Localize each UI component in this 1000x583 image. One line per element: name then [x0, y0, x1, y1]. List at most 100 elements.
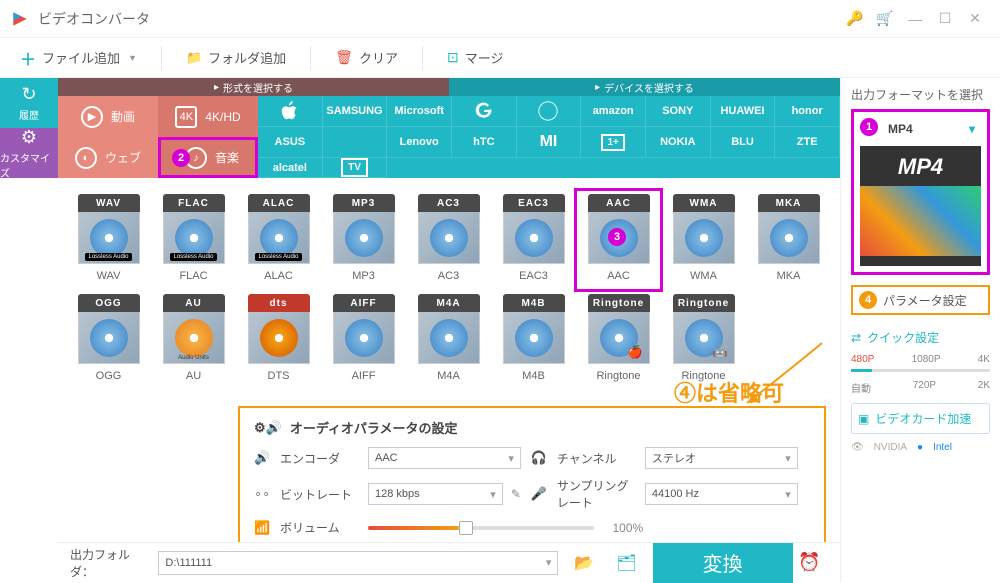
brand-lenovo[interactable]: Lenovo [387, 127, 452, 158]
right-panel: 出力フォーマットを選択 1 MP4 MP4 4 パラメータ設定 ⇄クイック設定 … [840, 78, 1000, 582]
brand-moto[interactable] [323, 127, 388, 158]
key-icon[interactable]: 🔑 [840, 10, 870, 27]
tab-device[interactable]: ▸ デバイスを選択する [449, 78, 840, 96]
brand-mi[interactable]: MI [517, 127, 582, 158]
browse-icon[interactable]: 🗂 [610, 553, 642, 573]
nvidia-icon: 👁 [851, 442, 864, 453]
brand-lg[interactable] [517, 96, 582, 127]
bottom-bar: 出力フォルダ： D:\111111 📂 🗂 変換 ⏰ [58, 542, 840, 582]
format-wav[interactable]: WAVWAV [66, 190, 151, 290]
format-m4a[interactable]: M4AM4A [406, 290, 491, 390]
volume-label: ボリューム [280, 519, 360, 536]
resolution-slider[interactable] [851, 369, 990, 372]
brand-honor[interactable]: honor [775, 96, 840, 127]
gpu-accel-button[interactable]: ▣ビデオカード加速 [851, 403, 990, 434]
format-aiff[interactable]: AIFFAIFF [321, 290, 406, 390]
parameter-settings-button[interactable]: 4 パラメータ設定 [851, 285, 990, 315]
brand-g[interactable] [452, 96, 517, 127]
audio-params-panel: ④は省略可 ⚙🔊オーディオパラメータの設定 🔊エンコーダAAC 🎧チャンネルステ… [238, 406, 826, 554]
brand-oneplus[interactable]: 1+ [581, 127, 646, 158]
format-ogg[interactable]: OGGOGG [66, 290, 151, 390]
convert-button[interactable]: 変換 [653, 543, 793, 583]
alarm-icon[interactable]: ⏰ [791, 552, 828, 573]
add-folder-button[interactable]: 📁フォルダ追加 [178, 44, 294, 71]
brand-blu[interactable]: BLU [711, 127, 776, 158]
brand-htc[interactable]: hTC [452, 127, 517, 158]
encoder-select[interactable]: AAC [368, 447, 521, 469]
gear-icon: ⚙ [21, 127, 37, 148]
brand-tv[interactable]: TV [323, 158, 388, 178]
brand-alcatel[interactable]: alcatel [258, 158, 323, 178]
format-alac[interactable]: ALACALAC [236, 190, 321, 290]
left-nav: ↻履歴 ⚙カスタマイズ [0, 78, 58, 582]
intel-icon: ● [917, 442, 923, 453]
clear-button[interactable]: 🗑クリア [327, 44, 406, 71]
merge-button[interactable]: ⊡マージ [439, 44, 511, 71]
edit-icon[interactable]: ✎ [511, 487, 521, 501]
brand-microsoft[interactable]: Microsoft [387, 96, 452, 127]
params-title: ⚙🔊オーディオパラメータの設定 [254, 418, 810, 437]
volume-icon: 📶 [254, 520, 272, 536]
brand-grid: SAMSUNGMicrosoft amazonSONYHUAWEIhonor ASU… [258, 96, 840, 178]
volume-slider[interactable] [368, 526, 594, 530]
format-aac[interactable]: AACAAC3 [576, 190, 661, 290]
sample-label: サンプリングレート [557, 477, 637, 511]
play-icon: ▶ [81, 106, 103, 128]
format-ringtone[interactable]: RingtoneRingtone [576, 290, 661, 390]
tab-format[interactable]: ▸ 形式を選択する [58, 78, 449, 96]
title-bar: ビデオコンバータ 🔑 🛒 — ☐ ✕ [0, 0, 1000, 38]
mic-icon: 🎤 [531, 486, 549, 502]
quick-settings: ⇄クイック設定 480P1080P4K 自動720P2K ▣ビデオカード加速 👁… [851, 329, 990, 453]
close-icon[interactable]: ✕ [960, 10, 990, 27]
volume-value: 100% [612, 521, 643, 535]
brand-sony[interactable]: SONY [646, 96, 711, 127]
step-4-badge: 4 [859, 291, 877, 309]
brand-asus[interactable]: ASUS [258, 127, 323, 158]
gpu-logos: 👁NVIDIA●Intel [851, 442, 990, 453]
brand-apple[interactable] [258, 96, 323, 127]
app-title: ビデオコンバータ [38, 9, 840, 29]
cart-icon[interactable]: 🛒 [870, 10, 900, 27]
format-preview: MP4 [860, 146, 981, 266]
cat-web[interactable]: ◐ウェブ [58, 137, 158, 178]
format-mka[interactable]: MKAMKA [746, 190, 831, 290]
step-3-badge: 3 [608, 228, 626, 246]
brand-huawei[interactable]: HUAWEI [711, 96, 776, 127]
brand-zte[interactable]: ZTE [775, 127, 840, 158]
tab-headers: ▸ 形式を選択する ▸ デバイスを選択する [58, 78, 840, 96]
format-m4b[interactable]: M4BM4B [491, 290, 576, 390]
cat-video[interactable]: ▶動画 [58, 96, 158, 137]
nav-customize[interactable]: ⚙カスタマイズ [0, 128, 58, 178]
output-path-select[interactable]: D:\111111 [158, 551, 558, 575]
format-au[interactable]: AUAU [151, 290, 236, 390]
format-ac3[interactable]: AC3AC3 [406, 190, 491, 290]
quick-title: ⇄クイック設定 [851, 329, 990, 346]
cat-music[interactable]: 2♪音楽 [158, 137, 258, 178]
format-wma[interactable]: WMAWMA [661, 190, 746, 290]
output-format-select[interactable]: MP4 [860, 118, 981, 140]
format-mp3[interactable]: MP3MP3 [321, 190, 406, 290]
nav-history[interactable]: ↻履歴 [0, 78, 58, 128]
sample-select[interactable]: 44100 Hz [645, 483, 798, 505]
format-dts[interactable]: dtsDTS [236, 290, 321, 390]
bitrate-label: ビットレート [280, 486, 360, 503]
format-flac[interactable]: FLACFLAC [151, 190, 236, 290]
add-file-button[interactable]: ＋ファイル追加▼ [12, 42, 145, 74]
chip-icon: ▣ [858, 412, 869, 426]
maximize-icon[interactable]: ☐ [930, 10, 960, 27]
bitrate-select[interactable]: 128 kbps [368, 483, 503, 505]
minimize-icon[interactable]: — [900, 11, 930, 27]
brand-nokia[interactable]: NOKIA [646, 127, 711, 158]
bitrate-icon: ∘∘ [254, 486, 272, 502]
brand-samsung[interactable]: SAMSUNG [323, 96, 388, 127]
output-format-title: 出力フォーマットを選択 [851, 86, 990, 103]
slider-icon: ⇄ [851, 331, 861, 345]
open-folder-icon[interactable]: 📂 [568, 553, 600, 573]
arrow-icon [732, 338, 832, 418]
format-eac3[interactable]: EAC3EAC3 [491, 190, 576, 290]
format-list: WAVWAVFLACFLACALACALACMP3MP3AC3AC3EAC3EA… [58, 178, 840, 402]
chrome-icon: ◐ [75, 147, 97, 169]
cat-4k[interactable]: 4K4K/HD [158, 96, 258, 137]
brand-amazon[interactable]: amazon [581, 96, 646, 127]
channel-select[interactable]: ステレオ [645, 447, 798, 469]
